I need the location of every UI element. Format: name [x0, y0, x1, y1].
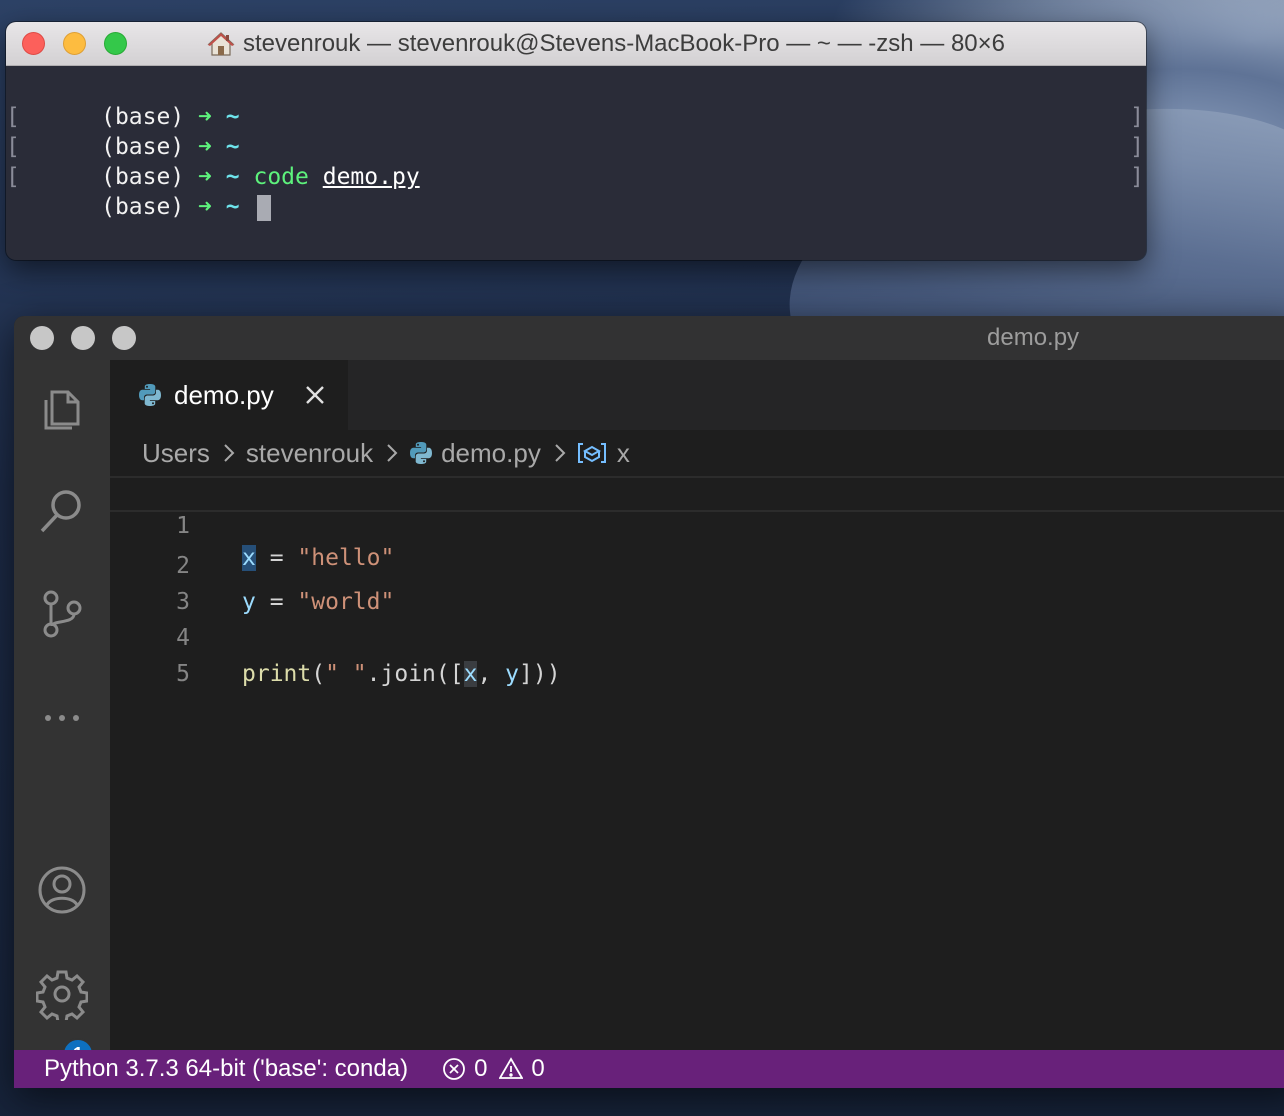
- more-icon[interactable]: [36, 692, 88, 744]
- prompt-dir: ~: [225, 194, 240, 220]
- gear-icon[interactable]: [36, 968, 88, 1020]
- terminal-line: [(base) ➜ ~]: [6, 72, 1146, 130]
- vscode-window-controls: [30, 326, 136, 350]
- variable-symbol-icon: [577, 443, 606, 463]
- code-editor[interactable]: 1 x = "hello" 2 y = "world" 3 4 print(" …: [110, 476, 1284, 1050]
- zoom-window-button[interactable]: [112, 326, 136, 350]
- token-punct: ,: [477, 661, 506, 687]
- token-punct: ])): [519, 661, 561, 687]
- python-file-icon: [139, 384, 161, 406]
- terminal-window-controls: [22, 32, 127, 55]
- token-variable: y: [505, 661, 520, 687]
- zoom-window-button[interactable]: [104, 32, 127, 55]
- terminal-line: [(base) ➜ ~ code demo.py]: [6, 132, 1146, 190]
- tab-demo-py[interactable]: demo.py: [110, 360, 348, 430]
- chevron-right-icon: [387, 444, 398, 462]
- status-bar: Python 3.7.3 64-bit ('base': conda) 0 0: [14, 1050, 1284, 1088]
- vscode-titlebar[interactable]: demo.py: [14, 316, 1284, 360]
- editor-tabs: demo.py: [110, 360, 1284, 430]
- minimize-window-button[interactable]: [63, 32, 86, 55]
- error-count: 0: [474, 1055, 488, 1082]
- terminal-line: [(base) ➜ ~]: [6, 102, 1146, 160]
- source-control-icon[interactable]: [36, 588, 88, 640]
- problems-indicator[interactable]: 0 0: [442, 1055, 557, 1083]
- error-icon: [443, 1058, 465, 1080]
- tab-label: demo.py: [174, 379, 274, 410]
- activity-bar: 1: [14, 360, 110, 1070]
- close-window-button[interactable]: [22, 32, 45, 55]
- terminal-titlebar[interactable]: stevenrouk — stevenrouk@Stevens-MacBook-…: [6, 22, 1146, 66]
- code-line: 3: [110, 548, 1284, 615]
- close-icon[interactable]: [302, 382, 328, 408]
- warning-count: 0: [531, 1055, 545, 1082]
- code-line: 1 x = "hello": [110, 476, 1284, 571]
- close-window-button[interactable]: [30, 326, 54, 350]
- code-text: print(" ".join([x, y])): [242, 656, 561, 692]
- terminal-line: (base) ➜ ~: [6, 162, 1146, 221]
- token-function: print: [242, 661, 312, 687]
- breadcrumb-item-stevenrouk[interactable]: stevenrouk: [246, 438, 373, 469]
- minimize-window-button[interactable]: [71, 326, 95, 350]
- breadcrumb: Users stevenrouk demo.py x: [110, 430, 1284, 476]
- account-icon[interactable]: [36, 864, 88, 916]
- chevron-right-icon: [555, 444, 566, 462]
- search-icon[interactable]: [36, 485, 88, 537]
- breadcrumb-item-users[interactable]: Users: [142, 438, 210, 469]
- python-interpreter-selector[interactable]: Python 3.7.3 64-bit ('base': conda): [44, 1055, 408, 1083]
- python-file-icon: [410, 442, 433, 464]
- line-number: 5: [176, 661, 190, 687]
- token-method: .join([: [366, 661, 464, 687]
- terminal-cursor: [257, 194, 272, 221]
- window-title: demo.py: [987, 324, 1080, 351]
- breadcrumb-item-file[interactable]: demo.py: [441, 438, 541, 469]
- vscode-window: demo.py demo.py Users stevenrouk demo.py…: [14, 316, 1284, 1088]
- token-string: " ": [325, 661, 367, 687]
- warning-icon: [499, 1057, 524, 1079]
- home-icon: [207, 31, 235, 56]
- chevron-right-icon: [224, 444, 235, 462]
- code-line: 2 y = "world": [110, 512, 1284, 615]
- code-line: 5: [110, 620, 1284, 687]
- prompt-env: (base): [101, 194, 185, 220]
- terminal-title-text: stevenrouk — stevenrouk@Stevens-MacBook-…: [242, 29, 1005, 57]
- breadcrumb-item-symbol[interactable]: x: [617, 438, 630, 469]
- token-variable: x: [463, 661, 478, 687]
- explorer-files-icon[interactable]: [36, 380, 88, 432]
- terminal-window: stevenrouk — stevenrouk@Stevens-MacBook-…: [6, 22, 1146, 260]
- terminal-title: stevenrouk — stevenrouk@Stevens-MacBook-…: [207, 30, 1005, 58]
- code-line: 4 print(" ".join([x, y])): [110, 584, 1284, 687]
- token-punct: (: [311, 661, 326, 687]
- terminal-output[interactable]: [(base) ➜ ~] [(base) ➜ ~] [(base) ➜ ~ co…: [6, 66, 1146, 221]
- prompt-arrow: ➜: [198, 194, 212, 220]
